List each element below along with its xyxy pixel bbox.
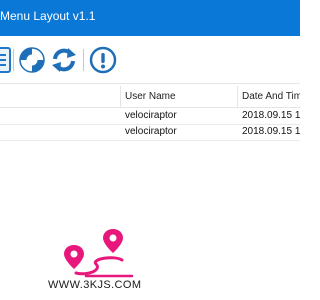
watermark-text: WWW.3KJS.COM: [48, 279, 142, 291]
row-divider: [0, 140, 300, 141]
table-row[interactable]: velociraptor 2018.09.15 1: [0, 124, 300, 140]
toolbar: [0, 36, 300, 84]
user-name-cell: velociraptor: [125, 126, 177, 137]
refresh-button[interactable]: [49, 45, 79, 75]
log-table: User Name Date And Tim velociraptor 2018…: [0, 86, 300, 141]
info-icon: [89, 46, 117, 74]
user-name-cell: velociraptor: [125, 110, 177, 121]
help-button[interactable]: [17, 45, 47, 75]
watermark: WWW.3KJS.COM: [0, 225, 300, 300]
toolbar-separator: [83, 49, 84, 71]
date-cell: 2018.09.15 1: [242, 126, 300, 137]
date-cell: 2018.09.15 1: [242, 110, 300, 121]
lifebuoy-icon: [19, 47, 45, 73]
column-header-date[interactable]: Date And Tim: [238, 86, 300, 107]
table-row[interactable]: velociraptor 2018.09.15 1: [0, 108, 300, 124]
table-header: User Name Date And Tim: [0, 86, 300, 108]
about-button[interactable]: [88, 45, 118, 75]
window-title: Menu Layout v1.1: [0, 9, 96, 23]
location-pin-logo: [64, 229, 134, 278]
title-bar: Menu Layout v1.1: [0, 0, 300, 36]
refresh-icon: [52, 48, 76, 72]
column-header-user-name[interactable]: User Name: [121, 86, 237, 107]
toolbar-separator: [13, 49, 14, 71]
